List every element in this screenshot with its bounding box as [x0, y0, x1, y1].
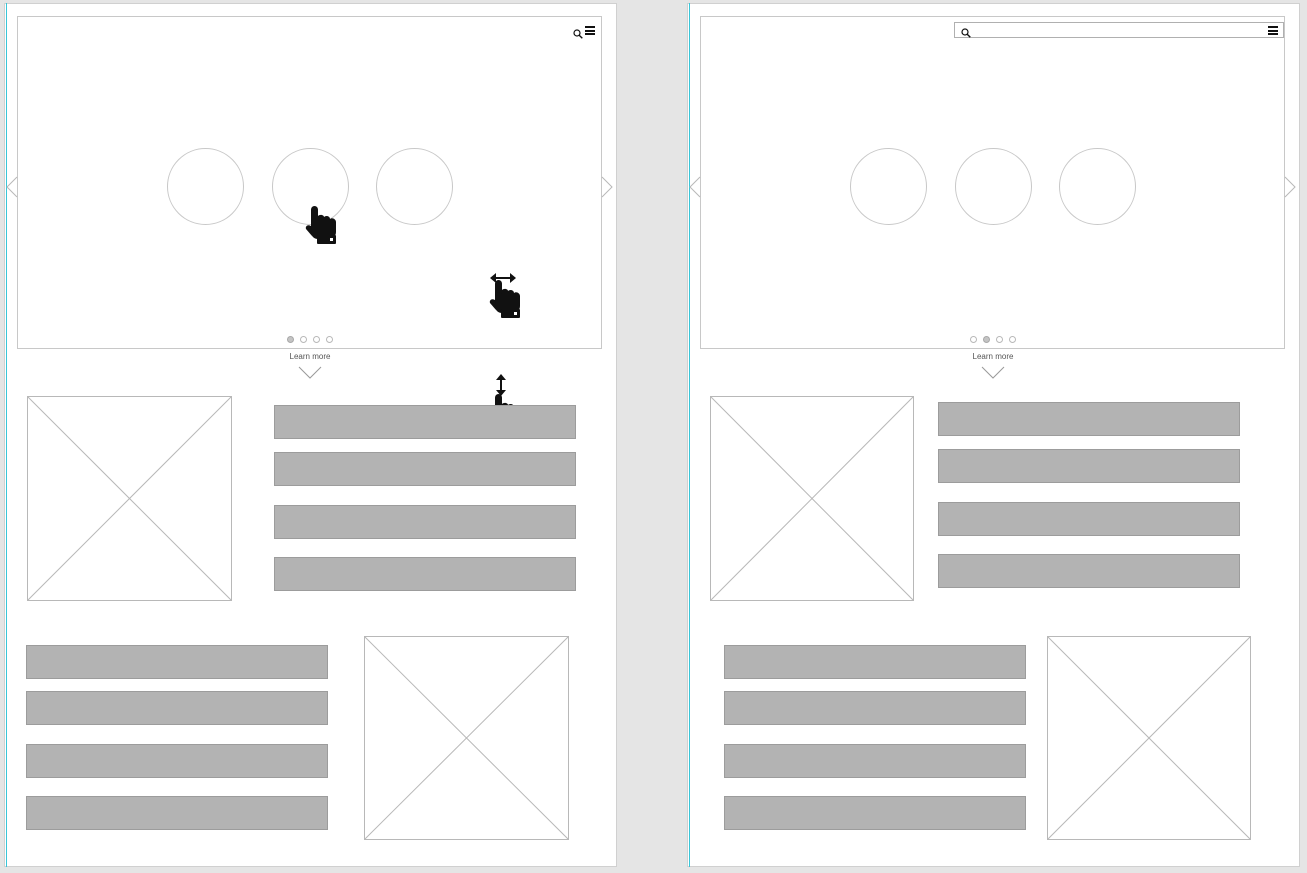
learn-more-link[interactable]: Learn more	[953, 352, 1033, 361]
search-input[interactable]	[976, 24, 1256, 36]
pagination-dot-active[interactable]	[287, 336, 294, 343]
tap-gesture-icon	[304, 198, 338, 258]
carousel-next-arrow[interactable]	[1284, 176, 1296, 198]
content-bar[interactable]	[26, 744, 328, 778]
content-bar[interactable]	[938, 402, 1240, 436]
search-icon[interactable]	[961, 25, 971, 38]
content-bar[interactable]	[724, 796, 1026, 830]
swipe-gesture-icon	[488, 276, 522, 336]
carousel-prev-arrow[interactable]	[689, 176, 701, 198]
carousel-circle[interactable]	[955, 148, 1032, 225]
pagination-dot-active[interactable]	[983, 336, 990, 343]
content-bar[interactable]	[274, 405, 576, 439]
pagination-dot[interactable]	[1009, 336, 1016, 343]
image-placeholder	[710, 396, 914, 601]
content-bar[interactable]	[724, 744, 1026, 778]
search-icon[interactable]	[573, 26, 583, 39]
content-bar[interactable]	[26, 645, 328, 679]
carousel-circle[interactable]	[1059, 148, 1136, 225]
content-bar[interactable]	[938, 502, 1240, 536]
carousel-circle[interactable]	[167, 148, 244, 225]
content-bar[interactable]	[938, 449, 1240, 483]
carousel-next-arrow[interactable]	[601, 176, 613, 198]
pagination-dot[interactable]	[313, 336, 320, 343]
pagination-dot[interactable]	[996, 336, 1003, 343]
content-bar[interactable]	[724, 691, 1026, 725]
menu-icon[interactable]	[585, 26, 595, 35]
content-bar[interactable]	[26, 796, 328, 830]
content-bar[interactable]	[274, 505, 576, 539]
carousel-prev-arrow[interactable]	[6, 176, 18, 198]
pagination-dot[interactable]	[326, 336, 333, 343]
image-placeholder	[1047, 636, 1251, 840]
learn-more-link[interactable]: Learn more	[270, 352, 350, 361]
image-placeholder	[364, 636, 569, 840]
content-bar[interactable]	[274, 557, 576, 591]
carousel-circle[interactable]	[376, 148, 453, 225]
content-bar[interactable]	[724, 645, 1026, 679]
pagination-dot[interactable]	[970, 336, 977, 343]
guide-line	[689, 3, 690, 867]
carousel-circle[interactable]	[850, 148, 927, 225]
pagination-dot[interactable]	[300, 336, 307, 343]
content-bar[interactable]	[274, 452, 576, 486]
menu-icon[interactable]	[1268, 26, 1278, 35]
image-placeholder	[27, 396, 232, 601]
guide-line	[6, 3, 7, 867]
chevron-down-icon[interactable]	[981, 366, 1005, 379]
content-bar[interactable]	[938, 554, 1240, 588]
chevron-down-icon[interactable]	[298, 366, 322, 379]
content-bar[interactable]	[26, 691, 328, 725]
